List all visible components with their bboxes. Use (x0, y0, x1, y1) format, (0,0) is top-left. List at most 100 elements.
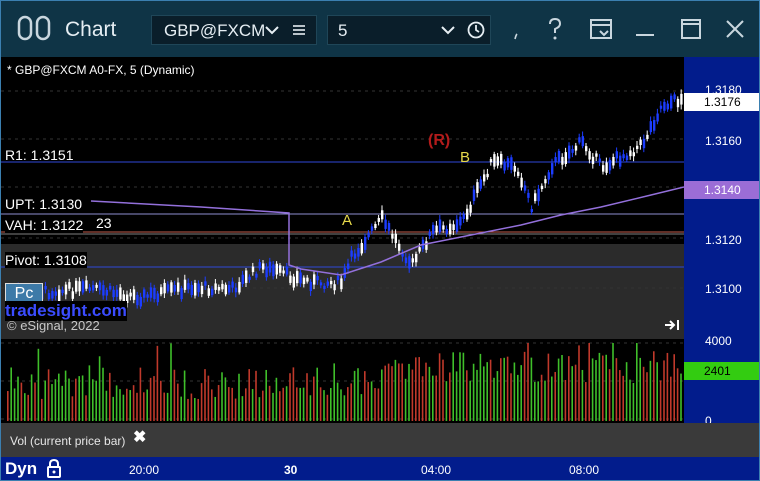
candle-body (340, 278, 343, 290)
volume-bar (302, 387, 305, 421)
candle-body (350, 250, 353, 257)
candle-body (680, 93, 683, 105)
volume-bar (166, 392, 169, 421)
volume-bar (238, 373, 240, 421)
volume-bar (432, 375, 434, 421)
volume-bar (30, 374, 33, 421)
price-chart[interactable]: * GBP@FXCM A0-FX, 5 (Dynamic) R1: 1.3151… (1, 57, 684, 339)
volume-bar (160, 380, 162, 421)
volume-bar (330, 388, 332, 421)
volume-bar (64, 370, 67, 421)
volume-bar (350, 383, 352, 421)
volume-bar (496, 371, 499, 421)
candle-body (432, 224, 435, 234)
time-label: 20:00 (129, 463, 160, 477)
dynamic-mode-label[interactable]: Dyn (5, 459, 37, 479)
volume-bar (88, 365, 91, 421)
candle-body (588, 151, 591, 160)
time-axis[interactable]: Dyn 20:00 30 04:00 08:00 (1, 457, 759, 480)
volume-bar (445, 381, 448, 421)
volume-bar (156, 345, 159, 421)
volume-bar (421, 376, 424, 421)
volume-bar (340, 389, 342, 421)
candle-body (166, 284, 170, 292)
candle-body (615, 151, 618, 159)
template-icon[interactable] (587, 15, 615, 43)
price-axis[interactable]: 1.3180 1.3160 1.3120 1.3100 1.3176 1.314… (684, 57, 759, 339)
candle-body (449, 223, 452, 235)
volume-bar (37, 348, 40, 421)
volume-bar (595, 360, 597, 421)
menu-icon[interactable] (291, 22, 307, 38)
volume-bar (231, 387, 233, 421)
candle-body (670, 95, 673, 109)
volume-bar (285, 386, 288, 421)
candle-body (255, 273, 258, 278)
help-icon[interactable] (541, 15, 569, 43)
ma-price-badge: 1.3140 (684, 181, 759, 199)
candle-body (578, 137, 581, 143)
chevron-down-icon[interactable] (440, 21, 456, 39)
volume-bar (27, 394, 29, 421)
upt-label: UPT: 1.3130 (5, 196, 83, 212)
candle-body (489, 159, 493, 163)
volume-bar (483, 366, 485, 421)
volume-bar (568, 356, 570, 421)
volume-study-label[interactable]: Vol (current price bar) (10, 434, 125, 448)
candle-body (299, 272, 302, 284)
time-label: 30 (284, 463, 298, 477)
candle-body (602, 165, 605, 172)
volume-bar (605, 354, 607, 421)
volume-axis[interactable]: 4000 2401 0 (684, 334, 759, 428)
candle-body (377, 217, 380, 222)
candle-body (523, 185, 527, 191)
candle-body (625, 155, 629, 161)
candle-body (591, 156, 595, 165)
volume-bar (622, 375, 624, 421)
volume-bar (455, 371, 458, 421)
close-icon[interactable] (721, 15, 749, 43)
candle-body (88, 287, 91, 291)
candle-body (544, 179, 547, 184)
chevron-down-icon[interactable] (264, 21, 280, 39)
volume-bar (61, 385, 63, 421)
candle-body (217, 286, 221, 291)
volume-bar (170, 343, 172, 421)
candle-body (608, 159, 612, 171)
draw-tool-icon[interactable] (507, 15, 535, 43)
volume-bar (459, 352, 461, 421)
candle-body (64, 284, 68, 295)
candle-body (187, 283, 190, 290)
lock-icon[interactable] (44, 458, 64, 478)
volume-bar (520, 365, 522, 421)
volume-bar (190, 393, 193, 421)
candle-body (534, 193, 537, 202)
candle-body (156, 293, 159, 303)
candle-body (629, 150, 632, 157)
volume-bar (126, 388, 128, 421)
candle-body (574, 145, 578, 151)
maximize-icon[interactable] (677, 15, 705, 43)
volume-bar (282, 387, 284, 421)
symbol-selector[interactable]: GBP@FXCM (151, 15, 317, 45)
volume-pane[interactable] (1, 339, 684, 423)
clock-icon[interactable] (466, 20, 486, 40)
scroll-to-end-icon[interactable] (663, 318, 681, 332)
volume-bar (112, 396, 114, 421)
candle-body (537, 188, 540, 202)
candle-body (659, 105, 663, 109)
interval-selector[interactable]: 5 (327, 15, 491, 45)
close-study-icon[interactable]: ✖ (133, 427, 146, 447)
candle-body (98, 282, 102, 291)
volume-bar (632, 382, 635, 421)
minimize-icon[interactable] (631, 15, 659, 43)
candle-body (177, 282, 180, 292)
volume-bar (47, 369, 50, 421)
candle-body (568, 145, 571, 159)
volume-bar (119, 389, 121, 421)
volume-bar (404, 378, 407, 421)
volume-bar (540, 374, 543, 421)
volume-bar (17, 376, 19, 421)
volume-bar (146, 389, 148, 421)
candle-body (530, 209, 533, 213)
